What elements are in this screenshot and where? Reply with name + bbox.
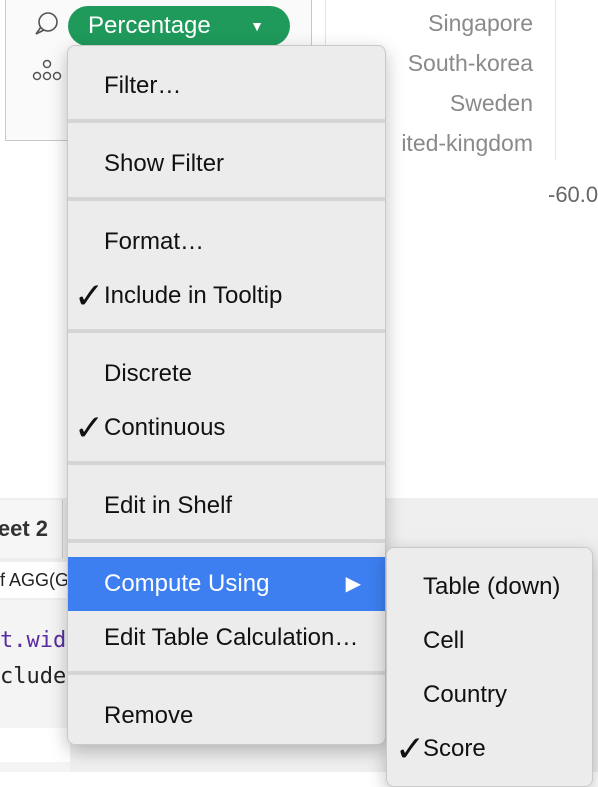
menu-item-compute-using[interactable]: Compute Using ▶ [68, 557, 385, 611]
submenu-item-label: Cell [423, 627, 465, 654]
context-menu: Filter… Show Filter Format… ✓ Include in… [67, 45, 386, 745]
menu-item-remove[interactable]: Remove [68, 689, 385, 743]
menu-separator [68, 461, 385, 465]
menu-item-format[interactable]: Format… [68, 215, 385, 269]
menu-item-label: Show Filter [104, 150, 225, 177]
submenu-arrow-icon: ▶ [345, 573, 361, 595]
menu-item-include-in-tooltip[interactable]: ✓ Include in Tooltip [68, 269, 385, 323]
menu-item-label: Discrete [104, 360, 193, 387]
menu-item-label: Format… [104, 228, 205, 255]
submenu-item-label: Score [423, 735, 486, 762]
status-text: f AGG(G [0, 562, 70, 598]
menu-separator [68, 671, 385, 675]
axis-line [555, 0, 556, 160]
menu-item-label: Continuous [104, 414, 226, 441]
pill-label: Percentage [88, 12, 211, 39]
menu-separator [68, 539, 385, 543]
detail-icon[interactable] [30, 58, 64, 89]
checkmark-icon: ✓ [74, 275, 105, 316]
menu-item-continuous[interactable]: ✓ Continuous [68, 401, 385, 455]
country-label: South-korea [407, 50, 533, 76]
menu-item-label: Compute Using [104, 570, 270, 597]
code-line: t.wid [0, 628, 67, 653]
checkmark-icon: ✓ [74, 407, 105, 448]
menu-item-filter[interactable]: Filter… [68, 59, 385, 113]
menu-item-label: Remove [104, 702, 194, 729]
menu-item-discrete[interactable]: Discrete [68, 347, 385, 401]
code-line: clude [0, 664, 67, 689]
menu-separator [68, 329, 385, 333]
tooltip-icon[interactable] [32, 10, 60, 43]
menu-item-edit-table-calculation[interactable]: Edit Table Calculation… [68, 611, 385, 665]
dropdown-caret-icon[interactable]: ▼ [250, 6, 264, 46]
submenu-item-cell[interactable]: Cell [387, 614, 592, 668]
submenu-item-table-down[interactable]: Table (down) [387, 560, 592, 614]
checkmark-icon: ✓ [395, 728, 426, 769]
menu-item-label: Edit Table Calculation… [104, 624, 359, 651]
country-label: Singapore [428, 10, 533, 36]
submenu-item-label: Table (down) [423, 573, 561, 600]
menu-item-label: Edit in Shelf [104, 492, 233, 519]
menu-item-edit-in-shelf[interactable]: Edit in Shelf [68, 479, 385, 533]
compute-using-submenu: Table (down) Cell Country ✓ Score [386, 547, 593, 787]
sheet-tab[interactable]: eet 2 [0, 500, 63, 558]
menu-item-label: Filter… [104, 72, 182, 99]
country-label: Sweden [449, 90, 533, 116]
submenu-item-score[interactable]: ✓ Score [387, 722, 592, 776]
menu-separator [68, 119, 385, 123]
menu-separator [68, 197, 385, 201]
menu-item-show-filter[interactable]: Show Filter [68, 137, 385, 191]
country-label: ited-kingdom [401, 130, 533, 156]
percentage-pill[interactable]: Percentage ▼ [68, 6, 290, 46]
menu-item-label: Include in Tooltip [104, 282, 283, 309]
submenu-item-label: Country [423, 681, 508, 708]
axis-tick-label: -60.0 [548, 182, 598, 207]
submenu-item-country[interactable]: Country [387, 668, 592, 722]
code-gutter [0, 728, 70, 762]
